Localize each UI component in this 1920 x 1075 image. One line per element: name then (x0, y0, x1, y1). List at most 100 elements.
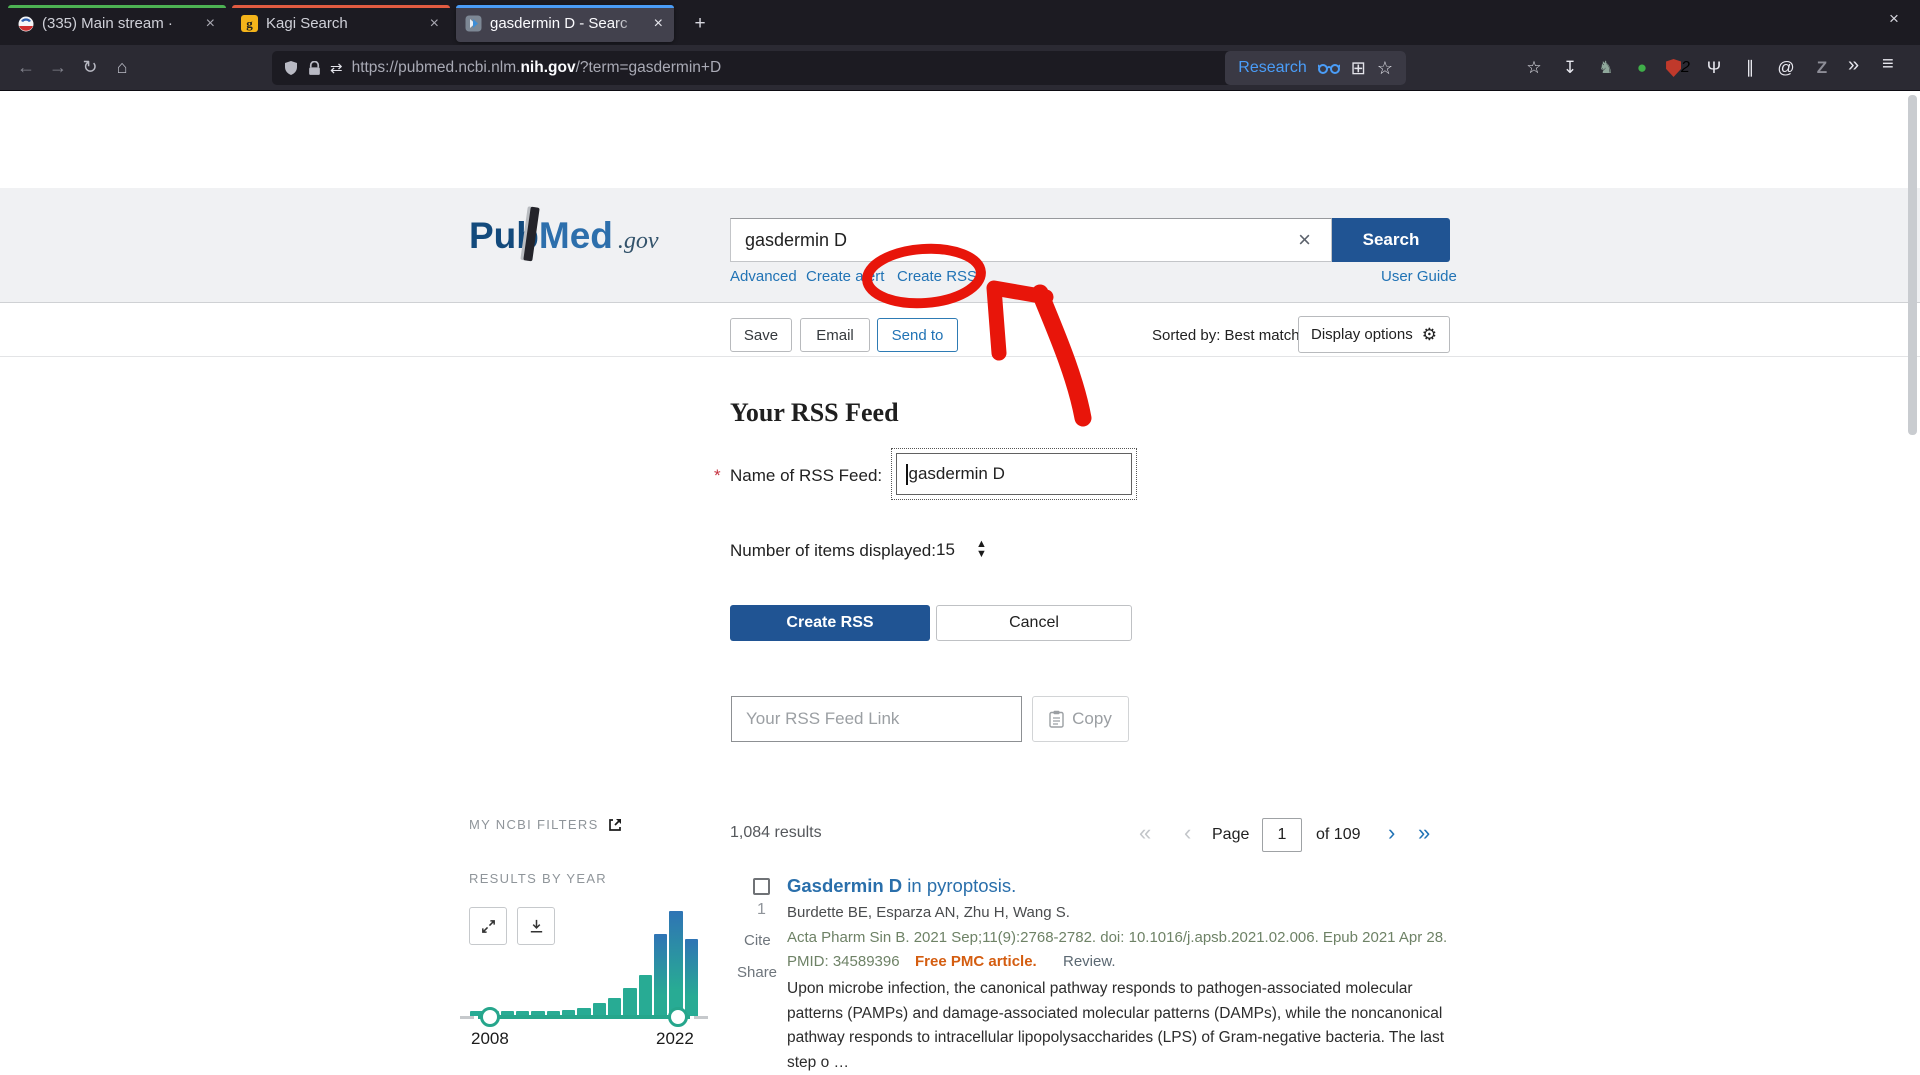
main-stream-favicon (17, 15, 34, 32)
items-stepper[interactable]: ▲ ▼ (976, 539, 987, 559)
year-bar[interactable] (685, 939, 698, 1016)
external-link-icon[interactable] (608, 818, 622, 832)
slider-track-end (694, 1016, 708, 1019)
rss-feed-link-input[interactable]: Your RSS Feed Link (731, 696, 1022, 742)
zotero-extension-icon[interactable]: Z (1808, 56, 1836, 80)
tab-close-icon[interactable]: × (428, 15, 441, 33)
grid-icon[interactable]: ⊞ (1351, 58, 1366, 79)
reload-icon[interactable]: ↻ (74, 53, 106, 83)
copy-button-label: Copy (1072, 709, 1112, 729)
url-text[interactable]: https://pubmed.ncbi.nlm.nih.gov/?term=ga… (352, 59, 722, 77)
green-circle-extension-icon[interactable]: ● (1628, 56, 1656, 80)
page-label: Page (1212, 826, 1249, 844)
trident-extension-icon[interactable]: Ψ (1700, 56, 1728, 80)
required-asterisk: * (714, 466, 721, 486)
result-title-link[interactable]: Gasdermin D in pyroptosis. (787, 875, 1016, 897)
year-bar[interactable] (669, 911, 682, 1016)
adblock-shield-extension-icon[interactable]: 2 (1664, 56, 1692, 80)
save-button[interactable]: Save (730, 318, 792, 352)
download-extension-icon[interactable]: ↧ (1556, 56, 1584, 80)
results-action-bar (0, 303, 1920, 357)
items-displayed-label: Number of items displayed: (730, 541, 936, 561)
forward-icon[interactable]: → (42, 53, 74, 83)
first-page-icon[interactable]: « (1139, 820, 1151, 846)
year-slider-track[interactable] (478, 1015, 690, 1019)
tab-close-icon[interactable]: × (652, 15, 665, 33)
create-rss-link[interactable]: Create RSS (897, 268, 977, 285)
overflow-icon[interactable]: » (1848, 54, 1859, 77)
year-start-label: 2008 (471, 1029, 509, 1049)
rss-name-input[interactable]: gasdermin D (896, 453, 1132, 495)
gear-icon: ⚙ (1422, 325, 1437, 345)
tab-pubmed-active[interactable]: gasdermin D - Searc × (456, 5, 674, 42)
permissions-icon[interactable]: ⇄ (330, 59, 343, 77)
copy-button[interactable]: Copy (1032, 696, 1129, 742)
cancel-button[interactable]: Cancel (936, 605, 1132, 641)
stepper-down-icon[interactable]: ▼ (976, 549, 987, 559)
results-by-year-header: RESULTS BY YEAR (469, 871, 607, 886)
clipboard-icon (1049, 710, 1064, 728)
tab-kagi-search[interactable]: g Kagi Search × (232, 5, 450, 42)
home-icon[interactable]: ⌂ (106, 53, 138, 83)
window-close-button[interactable]: × (1889, 9, 1899, 29)
new-tab-button[interactable]: + (686, 10, 714, 38)
page-scrollbar-thumb[interactable] (1908, 95, 1917, 435)
bookmark-star-icon[interactable]: ☆ (1377, 58, 1393, 79)
result-journal-citation: Acta Pharm Sin B. 2021 Sep;11(9):2768-27… (787, 929, 1447, 946)
unicorn-extension-icon[interactable]: ♞ (1592, 56, 1620, 80)
free-pmc-badge[interactable]: Free PMC article. (915, 953, 1037, 970)
create-rss-button[interactable]: Create RSS (730, 605, 930, 641)
user-guide-link[interactable]: User Guide (1381, 268, 1457, 285)
display-options-label: Display options (1311, 326, 1413, 343)
browser-tab-bar: (335) Main stream · × g Kagi Search × ga… (0, 0, 1920, 45)
items-displayed-value[interactable]: 15 (936, 540, 955, 560)
advanced-link[interactable]: Advanced (730, 268, 797, 285)
create-alert-link[interactable]: Create alert (806, 268, 884, 285)
previous-page-icon[interactable]: ‹ (1184, 820, 1191, 846)
cite-button[interactable]: Cite (744, 932, 771, 949)
page-total-label: of 109 (1316, 826, 1360, 844)
result-checkbox[interactable] (753, 878, 770, 895)
email-button[interactable]: Email (800, 318, 870, 352)
tracking-shield-icon[interactable] (283, 60, 299, 76)
year-bar[interactable] (654, 934, 667, 1016)
tab-close-icon[interactable]: × (204, 15, 217, 33)
back-icon[interactable]: ← (10, 53, 42, 83)
year-bar[interactable] (639, 975, 652, 1016)
rss-feed-heading: Your RSS Feed (730, 398, 899, 428)
lock-icon[interactable] (308, 61, 321, 76)
research-extension-label[interactable]: Research (1238, 59, 1306, 77)
result-title-term: Gasdermin D (787, 875, 902, 896)
share-button[interactable]: Share (737, 964, 777, 981)
tab-main-stream[interactable]: (335) Main stream · × (8, 5, 226, 42)
review-badge: Review. (1063, 953, 1116, 970)
year-bar[interactable] (623, 988, 636, 1016)
year-slider-handle-start[interactable] (480, 1007, 500, 1027)
glasses-icon[interactable] (1318, 63, 1340, 74)
year-bar[interactable] (608, 998, 621, 1016)
next-page-icon[interactable]: › (1388, 820, 1395, 846)
pubmed-logo[interactable]: PubMed.gov (469, 215, 659, 257)
award-extension-icon[interactable]: ☆ (1520, 56, 1548, 80)
sorted-by-label[interactable]: Sorted by: Best match (1152, 327, 1300, 344)
clear-search-icon[interactable]: × (1292, 227, 1317, 253)
rss-name-label: Name of RSS Feed: (730, 466, 882, 486)
menu-icon[interactable]: ≡ (1882, 53, 1894, 76)
page-number-input[interactable]: 1 (1262, 818, 1302, 852)
at-extension-icon[interactable]: @ (1772, 56, 1800, 80)
search-query-text: gasdermin D (745, 230, 1292, 251)
results-count: 1,084 results (730, 824, 822, 842)
display-options-button[interactable]: Display options ⚙ (1298, 316, 1450, 353)
last-page-icon[interactable]: » (1418, 820, 1430, 846)
result-pmid: PMID: 34589396 (787, 953, 900, 970)
year-slider-handle-end[interactable] (668, 1007, 688, 1027)
rss-name-value: gasdermin D (909, 464, 1005, 484)
send-to-button[interactable]: Send to (877, 318, 958, 352)
nih-header: NIH National Library of Medicine Nationa… (0, 91, 1920, 188)
search-button[interactable]: Search (1332, 218, 1450, 262)
result-number: 1 (757, 901, 766, 919)
search-input[interactable]: gasdermin D × (730, 218, 1332, 262)
bars-extension-icon[interactable]: ∥ (1736, 56, 1764, 80)
url-bar[interactable]: ⇄ https://pubmed.ncbi.nlm.nih.gov/?term=… (272, 51, 1406, 85)
results-by-year-histogram[interactable] (470, 911, 698, 1016)
